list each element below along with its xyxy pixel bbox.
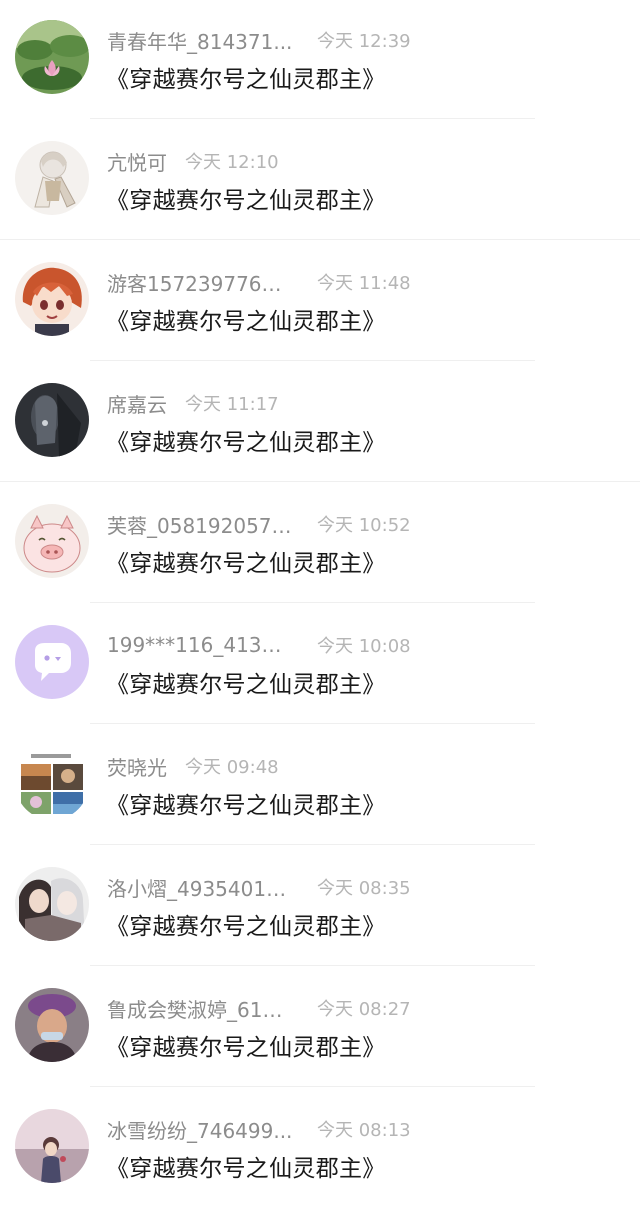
book-title[interactable]: 《穿越赛尔号之仙灵郡主》: [106, 60, 386, 94]
message-list: 青春年华_814371... 今天 12:39 《穿越赛尔号之仙灵郡主》 亢悦可…: [0, 0, 640, 1210]
dark-portrait-avatar: [15, 383, 89, 457]
divider: [90, 1086, 535, 1087]
divider: [0, 239, 640, 240]
lotus-photo-avatar: [15, 20, 89, 94]
divider: [90, 360, 535, 361]
sender-name[interactable]: 亢悦可: [107, 147, 167, 176]
divider: [90, 844, 535, 845]
avatar[interactable]: [15, 746, 89, 820]
book-title[interactable]: 《穿越赛尔号之仙灵郡主》: [106, 1149, 386, 1183]
list-item[interactable]: 游客15723977607... 今天 11:48 《穿越赛尔号之仙灵郡主》: [0, 242, 640, 363]
message-meta: 席嘉云 今天 11:17: [107, 389, 279, 417]
photo-collage-avatar: [15, 746, 89, 820]
sender-name[interactable]: 鲁成会樊淑婷_612...: [107, 994, 293, 1023]
list-item[interactable]: 洛小熠_49354017... 今天 08:35 《穿越赛尔号之仙灵郡主》: [0, 847, 640, 968]
list-item[interactable]: 青春年华_814371... 今天 12:39 《穿越赛尔号之仙灵郡主》: [0, 0, 640, 121]
book-title[interactable]: 《穿越赛尔号之仙灵郡主》: [106, 544, 386, 578]
book-title[interactable]: 《穿越赛尔号之仙灵郡主》: [106, 1028, 386, 1062]
avatar[interactable]: [15, 625, 89, 699]
book-title[interactable]: 《穿越赛尔号之仙灵郡主》: [106, 907, 386, 941]
book-title[interactable]: 《穿越赛尔号之仙灵郡主》: [106, 181, 386, 215]
sender-name[interactable]: 洛小熠_49354017...: [107, 873, 293, 902]
timestamp: 今天 12:10: [185, 152, 279, 173]
cartoon-pig-avatar: [15, 504, 89, 578]
message-meta: 冰雪纷纷_746499... 今天 08:13: [107, 1115, 411, 1143]
divider: [90, 723, 535, 724]
timestamp: 今天 12:39: [317, 31, 411, 52]
sender-name[interactable]: 游客15723977607...: [107, 268, 293, 297]
timestamp: 今天 11:17: [185, 394, 279, 415]
divider: [0, 481, 640, 482]
avatar[interactable]: [15, 141, 89, 215]
anime-figure-avatar: [15, 141, 89, 215]
sender-name[interactable]: 199***116_41382...: [107, 633, 293, 657]
divider: [90, 965, 535, 966]
sender-name[interactable]: 青春年华_814371...: [107, 26, 293, 55]
book-title[interactable]: 《穿越赛尔号之仙灵郡主》: [106, 786, 386, 820]
list-item[interactable]: 荧晓光 今天 09:48 《穿越赛尔号之仙灵郡主》: [0, 726, 640, 847]
divider: [90, 118, 535, 119]
avatar[interactable]: [15, 262, 89, 336]
timestamp: 今天 08:27: [317, 999, 411, 1020]
woman-photo-avatar: [15, 988, 89, 1062]
message-meta: 亢悦可 今天 12:10: [107, 147, 279, 175]
list-item[interactable]: 芙蓉_0581920579... 今天 10:52 《穿越赛尔号之仙灵郡主》: [0, 484, 640, 605]
timestamp: 今天 08:35: [317, 878, 411, 899]
list-item[interactable]: 冰雪纷纷_746499... 今天 08:13 《穿越赛尔号之仙灵郡主》: [0, 1089, 640, 1210]
avatar[interactable]: [15, 867, 89, 941]
avatar[interactable]: [15, 383, 89, 457]
timestamp: 今天 11:48: [317, 273, 411, 294]
list-item[interactable]: 鲁成会樊淑婷_612... 今天 08:27 《穿越赛尔号之仙灵郡主》: [0, 968, 640, 1089]
anime-girl-avatar: [15, 262, 89, 336]
avatar[interactable]: [15, 20, 89, 94]
avatar[interactable]: [15, 988, 89, 1062]
sender-name[interactable]: 席嘉云: [107, 389, 167, 418]
timestamp: 今天 09:48: [185, 757, 279, 778]
list-item[interactable]: 199***116_41382... 今天 10:08 《穿越赛尔号之仙灵郡主》: [0, 605, 640, 726]
default-chat-avatar: [15, 625, 89, 699]
avatar[interactable]: [15, 504, 89, 578]
timestamp: 今天 08:13: [317, 1120, 411, 1141]
message-meta: 青春年华_814371... 今天 12:39: [107, 26, 411, 54]
list-item[interactable]: 亢悦可 今天 12:10 《穿越赛尔号之仙灵郡主》: [0, 121, 640, 242]
timestamp: 今天 10:52: [317, 515, 411, 536]
sender-name[interactable]: 冰雪纷纷_746499...: [107, 1115, 293, 1144]
timestamp: 今天 10:08: [317, 636, 411, 657]
list-item[interactable]: 席嘉云 今天 11:17 《穿越赛尔号之仙灵郡主》: [0, 363, 640, 484]
message-meta: 游客15723977607... 今天 11:48: [107, 268, 411, 296]
book-title[interactable]: 《穿越赛尔号之仙灵郡主》: [106, 423, 386, 457]
message-meta: 洛小熠_49354017... 今天 08:35: [107, 873, 411, 901]
message-meta: 鲁成会樊淑婷_612... 今天 08:27: [107, 994, 411, 1022]
sender-name[interactable]: 荧晓光: [107, 752, 167, 781]
anime-duo-avatar: [15, 867, 89, 941]
avatar[interactable]: [15, 1109, 89, 1183]
divider: [90, 602, 535, 603]
sender-name[interactable]: 芙蓉_0581920579...: [107, 510, 293, 539]
message-meta: 芙蓉_0581920579... 今天 10:52: [107, 510, 411, 538]
girl-scene-avatar: [15, 1109, 89, 1183]
message-meta: 荧晓光 今天 09:48: [107, 752, 279, 780]
book-title[interactable]: 《穿越赛尔号之仙灵郡主》: [106, 665, 386, 699]
book-title[interactable]: 《穿越赛尔号之仙灵郡主》: [106, 302, 386, 336]
message-meta: 199***116_41382... 今天 10:08: [107, 631, 411, 659]
